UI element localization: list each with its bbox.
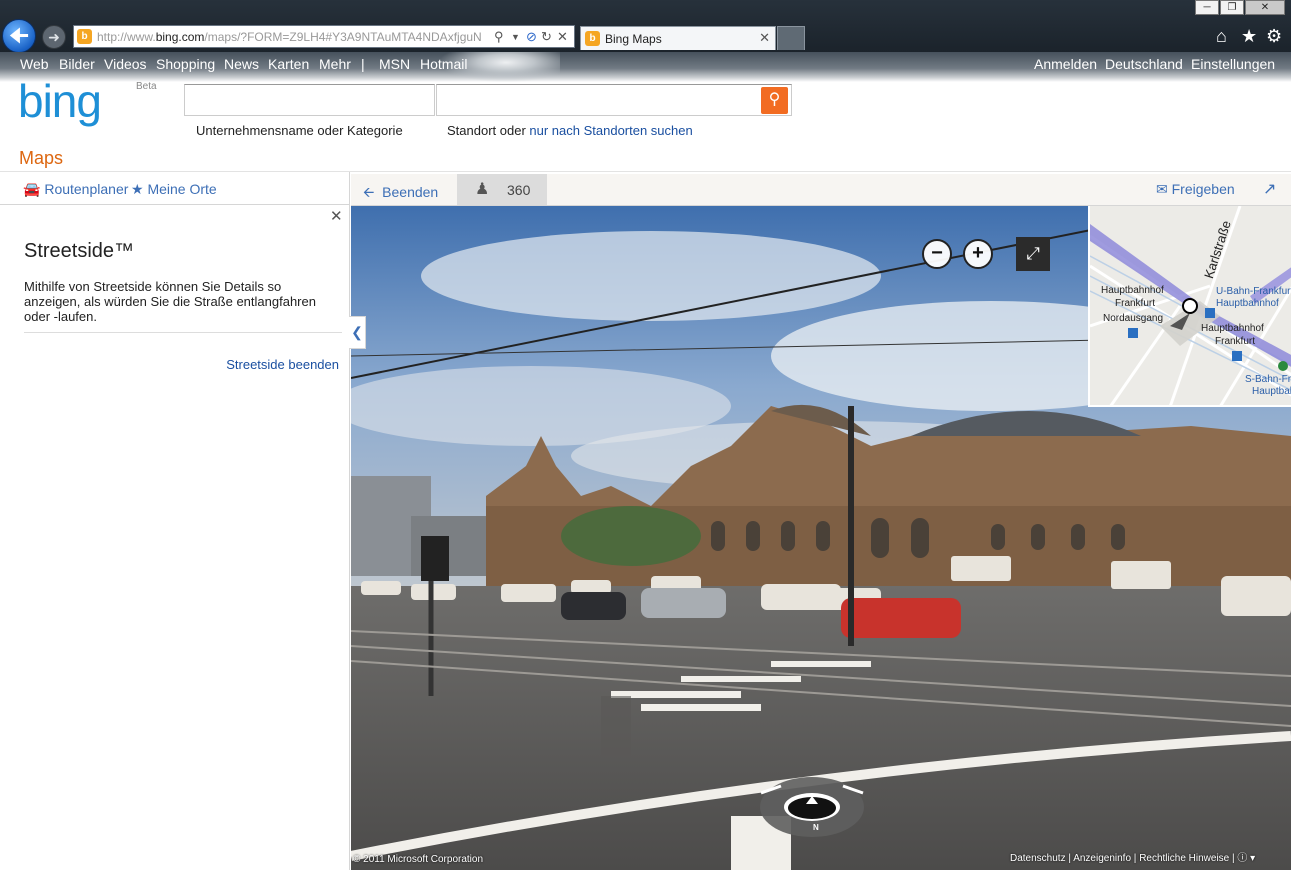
streetside-description: Mithilfe von Streetside können Sie Detai…	[24, 279, 316, 324]
footer-links: Datenschutz | Anzeigeninfo | Rechtliche …	[1010, 853, 1256, 864]
route-planner-link[interactable]: 🚘 Routenplaner	[23, 181, 128, 198]
share-button[interactable]: ✉ Freigeben	[1156, 181, 1235, 198]
nav-karten[interactable]: Karten	[268, 56, 309, 72]
star-icon: ★	[131, 181, 144, 197]
nav-web[interactable]: Web	[20, 56, 49, 72]
forward-button[interactable]: ➜	[42, 25, 66, 49]
favicon-icon: b	[77, 29, 92, 44]
nav-videos[interactable]: Videos	[104, 56, 147, 72]
favorites-star-icon[interactable]: ★	[1241, 26, 1257, 47]
search-icon[interactable]: ⚲	[494, 29, 504, 45]
nav-deutschland[interactable]: Deutschland	[1105, 56, 1183, 72]
nav-msn[interactable]: MSN	[379, 56, 410, 72]
arrow-left-icon: 🡨	[363, 184, 375, 200]
compass-control[interactable]	[760, 775, 864, 837]
business-search-label: Unternehmensname oder Kategorie	[196, 123, 403, 138]
minimize-button[interactable]: ─	[1195, 0, 1219, 15]
tab-favicon-icon: b	[585, 31, 600, 46]
mail-icon: ✉	[1156, 181, 1168, 197]
fullscreen-button[interactable]: ⤢	[1016, 237, 1050, 271]
popout-icon[interactable]: ↗	[1263, 179, 1276, 199]
nav-mehr[interactable]: Mehr	[319, 56, 351, 72]
car-icon: 🚘	[23, 181, 41, 197]
fullscreen-icon: ⤢	[1026, 244, 1040, 263]
search-icon: ⚲	[768, 91, 781, 108]
collapse-panel-button[interactable]: ❮	[349, 316, 366, 349]
location-search-input[interactable]	[436, 84, 792, 116]
browser-chrome: ─ ❐ ✕ 🠈 ➜ b http://www.bing.com/maps/?FO…	[0, 0, 1291, 53]
person-icon: ♟	[475, 181, 490, 198]
nav-separator: |	[361, 56, 365, 72]
search-button[interactable]: ⚲	[761, 87, 788, 114]
copyright-text: © 2011 Microsoft Corporation	[353, 854, 484, 865]
map-label-frankfurt-north: Frankfurt	[1115, 298, 1156, 309]
map-label-sbahn: S-Bahn-Fra	[1245, 374, 1291, 385]
refresh-icon[interactable]: ↻	[541, 29, 552, 45]
chevron-left-icon: ❮	[351, 324, 363, 340]
left-panel: 🚘 Routenplaner ★ Meine Orte ✕ Streetside…	[0, 172, 350, 870]
zoom-in-button[interactable]: +	[963, 239, 993, 269]
map-label-ubahn: U-Bahn-Frankfurt	[1216, 286, 1291, 297]
end-streetside-link[interactable]: Streetside beenden	[226, 357, 339, 372]
location-search-label: Standort oder nur nach Standorten suchen	[447, 123, 693, 138]
maximize-button[interactable]: ❐	[1220, 0, 1244, 15]
help-icon[interactable]: ⓘ	[1237, 853, 1247, 864]
end-button[interactable]: 🡨 Beenden	[363, 182, 438, 206]
home-icon[interactable]: ⌂	[1216, 26, 1227, 47]
tools-gear-icon[interactable]: ⚙	[1266, 26, 1282, 47]
legal-link[interactable]: Rechtliche Hinweise	[1139, 853, 1229, 864]
new-tab-button[interactable]	[777, 26, 805, 50]
nav-shopping[interactable]: Shopping	[156, 56, 215, 72]
nav-einstellungen[interactable]: Einstellungen	[1191, 56, 1275, 72]
nav-news[interactable]: News	[224, 56, 259, 72]
map-label-hbf: Hauptbahnhof	[1201, 323, 1264, 334]
top-navigation: Web Bilder Videos Shopping News Karten M…	[0, 52, 1291, 82]
nav-anmelden[interactable]: Anmelden	[1034, 56, 1097, 72]
location-only-link[interactable]: nur nach Standorten suchen	[529, 123, 692, 138]
map-label-sbahn-hbf: Hauptbah	[1252, 386, 1291, 397]
map-label-hbf-north: Hauptbahnhof	[1101, 285, 1164, 296]
compat-view-icon[interactable]: ⊘	[526, 29, 537, 45]
ad-info-link[interactable]: Anzeigeninfo	[1073, 853, 1131, 864]
chevron-down-icon[interactable]: ▾	[1250, 853, 1255, 864]
zoom-out-button[interactable]: −	[922, 239, 952, 269]
streetside-view[interactable]: − + ⤢ N Karlstraße Hauptbahnhof Frankfur…	[351, 206, 1291, 870]
streetside-toolbar: 🡨 Beenden ♟ 360 ✉ Freigeben ↗	[351, 174, 1291, 206]
map-label-frankfurt: Frankfurt	[1215, 336, 1256, 347]
map-label-ubahn-hbf: Hauptbahnhof	[1216, 298, 1279, 309]
bing-header: Web Bilder Videos Shopping News Karten M…	[0, 52, 1291, 172]
business-search-input[interactable]	[184, 84, 435, 116]
streetside-heading: Streetside™	[24, 240, 135, 262]
nav-bilder[interactable]: Bilder	[59, 56, 95, 72]
privacy-link[interactable]: Datenschutz	[1010, 853, 1066, 864]
left-panel-toolbar: 🚘 Routenplaner ★ Meine Orte	[0, 172, 350, 205]
address-bar[interactable]: b http://www.bing.com/maps/?FORM=Z9LH4#Y…	[73, 25, 575, 48]
tab-close-icon[interactable]: ✕	[759, 30, 770, 46]
view-360-button[interactable]: ♟ 360	[457, 174, 547, 205]
page-title[interactable]: Maps	[19, 148, 63, 169]
stop-icon[interactable]: ✕	[557, 29, 568, 45]
dropdown-arrow-icon[interactable]: ▼	[511, 32, 520, 42]
mini-map[interactable]: Karlstraße Hauptbahnhof Frankfurt Nordau…	[1088, 206, 1291, 407]
url-text[interactable]: http://www.bing.com/maps/?FORM=Z9LH4#Y3A…	[97, 30, 495, 44]
bing-logo[interactable]: bing	[18, 76, 102, 126]
view-360-label: 360	[507, 182, 531, 198]
my-places-link[interactable]: ★ Meine Orte	[131, 181, 217, 198]
close-panel-icon[interactable]: ✕	[330, 207, 343, 225]
beta-label: Beta	[136, 81, 157, 92]
panel-divider	[24, 332, 342, 333]
nav-hotmail[interactable]: Hotmail	[420, 56, 467, 72]
tab-title: Bing Maps	[605, 32, 662, 46]
back-button[interactable]: 🠈	[2, 19, 36, 53]
close-window-button[interactable]: ✕	[1245, 0, 1285, 15]
map-label-nordausgang: Nordausgang	[1103, 313, 1164, 324]
browser-tab[interactable]: b Bing Maps ✕	[580, 26, 776, 50]
